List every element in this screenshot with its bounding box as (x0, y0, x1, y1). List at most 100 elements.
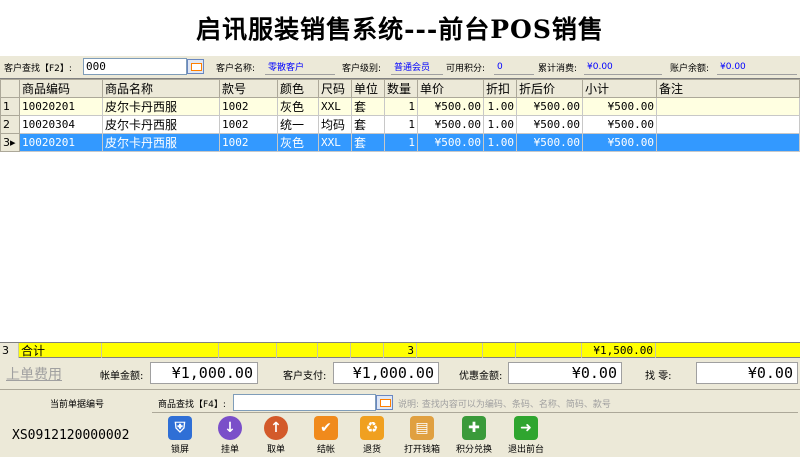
column-header[interactable]: 商品名称 (102, 79, 220, 98)
payment-summary: 上单费用 帐单金额: ¥1,000.00 客户支付: ¥1,000.00 优惠金… (0, 358, 800, 390)
cell-color[interactable]: 灰色 (277, 133, 319, 152)
total-blank (516, 343, 582, 358)
column-header[interactable]: 尺码 (318, 79, 352, 98)
column-header[interactable]: 小计 (582, 79, 657, 98)
cell-qty[interactable]: 1 (384, 115, 418, 134)
cell-name[interactable]: 皮尔卡丹西服 (102, 97, 220, 116)
order-amount-value: ¥1,000.00 (150, 362, 258, 384)
total-blank (483, 343, 516, 358)
fetch-order-button[interactable]: ↑ 取单 (256, 416, 296, 456)
column-header[interactable]: 单价 (417, 79, 484, 98)
cell-style[interactable]: 1002 (219, 115, 278, 134)
customer-paid-input[interactable]: ¥1,000.00 (333, 362, 439, 384)
column-header[interactable]: 折后价 (516, 79, 583, 98)
items-grid[interactable]: 商品编码 商品名称 款号 颜色 尺码 单位 数量 单价 折扣 折后价 小计 备注… (0, 78, 800, 342)
cell-code[interactable]: 10020304 (19, 115, 103, 134)
cell-qty[interactable]: 1 (384, 97, 418, 116)
total-blank (102, 343, 219, 358)
order-amount-label: 帐单金额: (100, 370, 144, 382)
cell-name[interactable]: 皮尔卡丹西服 (102, 133, 220, 152)
total-blank (318, 343, 351, 358)
cell-qty[interactable]: 1 (384, 133, 418, 152)
discount-amount-input[interactable]: ¥0.00 (508, 362, 622, 384)
change-value: ¥0.00 (696, 362, 798, 384)
cell-note[interactable] (656, 133, 800, 152)
cell-price[interactable]: ¥500.00 (417, 133, 484, 152)
lock-screen-button[interactable]: ⛨ 锁屏 (160, 416, 200, 456)
cell-discount[interactable]: 1.00 (483, 115, 517, 134)
cell-subtotal[interactable]: ¥500.00 (582, 115, 657, 134)
column-header[interactable]: 颜色 (277, 79, 319, 98)
column-header[interactable]: 备注 (656, 79, 800, 98)
cell-note[interactable] (656, 97, 800, 116)
cell-code[interactable]: 10020201 (19, 97, 103, 116)
exit-front-button[interactable]: ➜ 退出前台 (506, 416, 546, 456)
checkout-button[interactable]: ✔ 结帐 (306, 416, 346, 456)
total-blank (277, 343, 318, 358)
table-row[interactable]: 2 10020304 皮尔卡丹西服 1002 统一 均码 套 1 ¥500.00… (0, 115, 800, 134)
cell-style[interactable]: 1002 (219, 97, 278, 116)
hold-order-button[interactable]: ↓ 挂单 (210, 416, 250, 456)
cell-size[interactable]: XXL (318, 133, 352, 152)
cell-name[interactable]: 皮尔卡丹西服 (102, 115, 220, 134)
cell-note[interactable] (656, 115, 800, 134)
points-exchange-label: 积分兑换 (455, 445, 492, 455)
product-search-input[interactable] (233, 394, 376, 411)
cell-code[interactable]: 10020201 (19, 133, 103, 152)
toolbar-divider (152, 412, 798, 413)
cell-unit[interactable]: 套 (351, 97, 385, 116)
cell-disc-price[interactable]: ¥500.00 (516, 133, 583, 152)
customer-search-input[interactable]: 000 (83, 58, 187, 75)
discount-amount-label: 优惠金额: (459, 370, 503, 382)
customer-picker-icon[interactable] (187, 59, 204, 74)
cell-size[interactable]: XXL (318, 97, 352, 116)
search-hint: 说明: 查找内容可以为编码、条码、名称、简码、款号 (398, 400, 611, 410)
order-no-value: XS0912120000002 (12, 428, 130, 443)
cell-discount[interactable]: 1.00 (483, 97, 517, 116)
items-table[interactable]: 商品编码 商品名称 款号 颜色 尺码 单位 数量 单价 折扣 折后价 小计 备注… (0, 79, 800, 152)
cell-size[interactable]: 均码 (318, 115, 352, 134)
total-blank (351, 343, 384, 358)
cell-price[interactable]: ¥500.00 (417, 97, 484, 116)
cell-discount[interactable]: 1.00 (483, 133, 517, 152)
customer-name-label: 客户名称: (216, 63, 256, 74)
column-header[interactable]: 数量 (384, 79, 418, 98)
cell-color[interactable]: 灰色 (277, 97, 319, 116)
table-row-selected[interactable]: 3▸ 10020201 皮尔卡丹西服 1002 灰色 XXL 套 1 ¥500.… (0, 133, 800, 152)
fetch-order-label: 取单 (266, 445, 285, 455)
cumulative-value: ¥0.00 (584, 59, 662, 75)
cell-unit[interactable]: 套 (351, 133, 385, 152)
total-label: 合计 (19, 343, 102, 358)
cell-subtotal[interactable]: ¥500.00 (582, 133, 657, 152)
points-label: 可用积分: (446, 63, 486, 74)
product-search-label: 商品查找【F4】: (158, 400, 226, 410)
cell-disc-price[interactable]: ¥500.00 (516, 115, 583, 134)
app-title: 启讯服装销售系统---前台POS销售 (196, 15, 604, 44)
shield-icon: ⛨ (168, 416, 192, 440)
cell-disc-price[interactable]: ¥500.00 (516, 97, 583, 116)
column-header[interactable]: 商品编码 (19, 79, 103, 98)
right-arrow-icon: ➜ (514, 416, 538, 440)
points-exchange-button[interactable]: ✚ 积分兑换 (454, 416, 494, 456)
cell-style[interactable]: 1002 (219, 133, 278, 152)
exit-front-label: 退出前台 (507, 445, 544, 455)
return-goods-button[interactable]: ♻ 退货 (352, 416, 392, 456)
prev-fee-link[interactable]: 上单费用 (6, 365, 62, 383)
row-index: 2 (0, 115, 20, 134)
column-header[interactable]: 单位 (351, 79, 385, 98)
customer-paid-label: 客户支付: (283, 370, 327, 382)
total-blank (417, 343, 483, 358)
cell-unit[interactable]: 套 (351, 115, 385, 134)
table-row[interactable]: 1 10020201 皮尔卡丹西服 1002 灰色 XXL 套 1 ¥500.0… (0, 97, 800, 116)
title-bar: 启讯服装销售系统---前台POS销售 (0, 0, 800, 56)
column-header[interactable]: 款号 (219, 79, 278, 98)
customer-info-bar: 客户查找【F2】: 000 客户名称: 零散客户 客户级别: 普通会员 可用积分… (0, 56, 800, 78)
cell-subtotal[interactable]: ¥500.00 (582, 97, 657, 116)
cell-price[interactable]: ¥500.00 (417, 115, 484, 134)
product-picker-icon[interactable] (376, 395, 393, 410)
column-header[interactable]: 折扣 (483, 79, 517, 98)
checkmark-icon: ✔ (314, 416, 338, 440)
hold-order-label: 挂单 (220, 445, 239, 455)
open-cash-drawer-button[interactable]: ▤ 打开钱箱 (402, 416, 442, 456)
cell-color[interactable]: 统一 (277, 115, 319, 134)
